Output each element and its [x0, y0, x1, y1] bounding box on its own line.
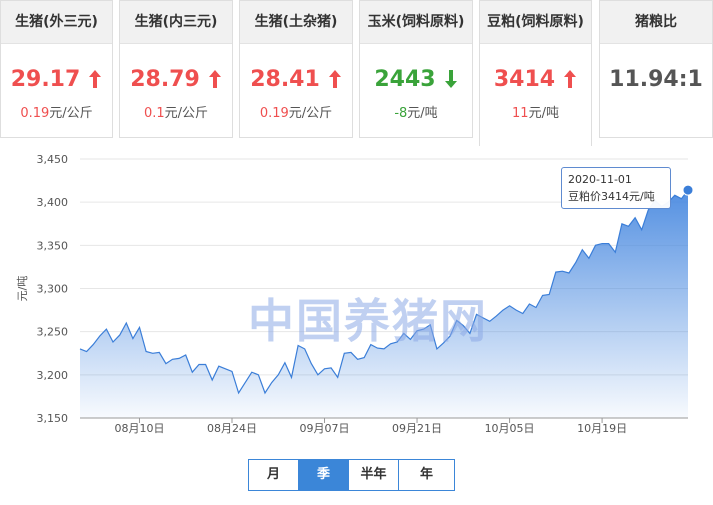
x-tick-label: 09月07日: [300, 422, 350, 435]
price-card[interactable]: 豆粕(饲料原料) 3414 11元/吨: [479, 0, 592, 146]
period-tabs: 月 季 半年 年: [248, 459, 455, 491]
card-price: 28.41: [240, 65, 352, 93]
card-price: 29.17: [1, 65, 112, 93]
chart-tooltip: 2020-11-01 豆粕价3414元/吨: [561, 167, 671, 209]
card-price: 11.94:1: [600, 65, 712, 93]
arrow-up-icon: [89, 70, 102, 88]
y-tick-label: 3,200: [37, 369, 69, 382]
tab-half-year[interactable]: 半年: [349, 460, 399, 490]
price-card[interactable]: 玉米(饲料原料) 2443 -8元/吨: [359, 0, 473, 138]
x-tick-label: 08月10日: [114, 422, 164, 435]
y-tick-label: 3,300: [37, 283, 69, 296]
card-title: 生猪(内三元): [120, 1, 232, 44]
arrow-up-icon: [328, 70, 341, 88]
x-tick-label: 10月05日: [485, 422, 535, 435]
y-tick-label: 3,250: [37, 326, 69, 339]
x-tick-label: 08月24日: [207, 422, 257, 435]
y-tick-label: 3,450: [37, 153, 69, 166]
y-tick-label: 3,350: [37, 239, 69, 252]
highlight-point: [682, 184, 694, 196]
card-title: 豆粕(饲料原料): [480, 1, 591, 44]
tab-year[interactable]: 年: [399, 460, 454, 490]
card-title: 猪粮比: [600, 1, 712, 44]
y-tick-label: 3,150: [37, 412, 69, 425]
price-value: 29.17: [10, 66, 81, 92]
x-tick-label: 09月21日: [392, 422, 442, 435]
tab-quarter[interactable]: 季: [299, 460, 349, 490]
x-tick-label: 10月19日: [577, 422, 627, 435]
card-change: 11元/吨: [512, 106, 559, 121]
y-tick-label: 3,400: [37, 196, 69, 209]
tab-month[interactable]: 月: [249, 460, 299, 490]
arrow-down-icon: [444, 70, 457, 88]
price-value: 3414: [493, 66, 556, 92]
card-change: -8元/吨: [394, 106, 438, 121]
card-change: 0.19元/公斤: [20, 106, 93, 121]
price-card[interactable]: 生猪(内三元) 28.79 0.1元/公斤: [119, 0, 233, 138]
price-value: 11.94:1: [609, 66, 703, 92]
card-change: 0.1元/公斤: [143, 106, 209, 121]
price-value: 2443: [374, 66, 436, 92]
card-title: 生猪(外三元): [1, 1, 112, 44]
arrow-up-icon: [564, 70, 577, 88]
price-value: 28.79: [130, 66, 200, 92]
card-price: 28.79: [120, 65, 232, 93]
arrow-up-icon: [208, 70, 221, 88]
price-card[interactable]: 猪粮比 11.94:1: [599, 0, 713, 138]
card-title: 玉米(饲料原料): [360, 1, 472, 44]
price-value: 28.41: [250, 66, 320, 92]
tooltip-date: 2020-11-01: [568, 173, 632, 186]
price-card[interactable]: 生猪(土杂猪) 28.41 0.19元/公斤: [239, 0, 353, 138]
tooltip-value: 豆粕价3414元/吨: [568, 190, 655, 203]
card-title: 生猪(土杂猪): [240, 1, 352, 44]
watermark: 中国养猪网: [248, 294, 488, 348]
card-change: 0.19元/公斤: [259, 106, 333, 121]
y-axis-label: 元/吨: [16, 276, 29, 302]
price-card[interactable]: 生猪(外三元) 29.17 0.19元/公斤: [0, 0, 113, 138]
card-price: 3414: [480, 65, 591, 93]
price-cards: 生猪(外三元) 29.17 0.19元/公斤 生猪(内三元) 28.79 0.1…: [0, 0, 713, 146]
card-price: 2443: [360, 65, 472, 93]
